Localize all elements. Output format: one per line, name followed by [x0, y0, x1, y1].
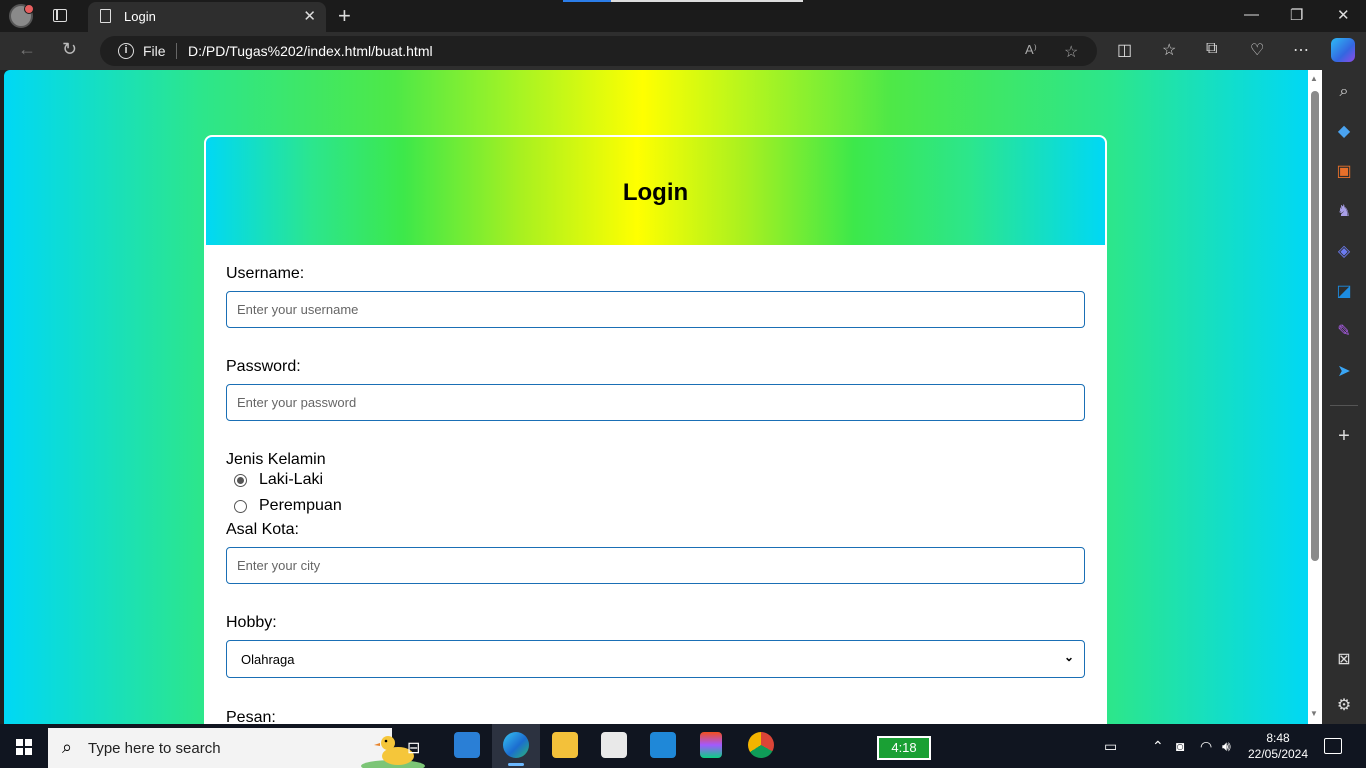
refresh-icon[interactable]: ↻ [62, 39, 77, 60]
clock-date: 22/05/2024 [1247, 747, 1309, 761]
tools-icon[interactable]: ▣ [1334, 162, 1354, 182]
tab-login[interactable]: Login ✕ [88, 2, 326, 32]
scroll-down-icon[interactable]: ▼ [1310, 709, 1318, 718]
profile-avatar-icon[interactable] [9, 4, 34, 28]
screenshot-icon[interactable]: ⊠ [1334, 650, 1354, 670]
radio-laki-laki[interactable]: Laki-Laki [234, 471, 323, 489]
tab-title: Login [124, 9, 156, 24]
figma-icon[interactable] [700, 732, 722, 758]
favorite-star-icon[interactable]: ☆ [1064, 42, 1078, 62]
meet-icon[interactable]: ◙ [1176, 738, 1184, 754]
address-scheme: File [143, 43, 166, 59]
mail-app-icon[interactable] [454, 732, 480, 758]
tab-close-icon[interactable]: ✕ [303, 7, 316, 25]
task-view-icon[interactable]: ⊟ [407, 738, 420, 758]
info-icon[interactable]: i [118, 43, 134, 59]
designer-icon[interactable]: ✎ [1334, 322, 1354, 342]
games-icon[interactable]: ♞ [1334, 202, 1354, 222]
gender-label: Jenis Kelamin [226, 451, 326, 468]
taskbar: ⌕ Type here to search ⊟ 4:18 ▭ ⌃ ◙ ◠ 🔊︎ … [0, 724, 1366, 768]
page-title: Login [622, 179, 689, 206]
system-clock[interactable]: 8:48 22/05/2024 [1240, 730, 1316, 762]
city-label: Asal Kota: [226, 521, 299, 538]
search-placeholder: Type here to search [88, 740, 221, 757]
notification-icon[interactable] [1324, 738, 1342, 754]
edge-sidebar: ⌕ ◆ ▣ ♞ ◈ ◪ ✎ ➤ + ⊠ ⚙ [1322, 70, 1366, 724]
send-icon[interactable]: ➤ [1334, 362, 1354, 382]
password-label: Password: [226, 358, 301, 375]
minimize-button[interactable]: — [1244, 6, 1259, 23]
more-icon[interactable]: ⋯ [1293, 40, 1309, 60]
login-card: Login Username: Password: Jenis Kelamin … [204, 135, 1107, 724]
card-header: Login [206, 137, 1105, 245]
page-viewport: Login Username: Password: Jenis Kelamin … [4, 70, 1308, 724]
performance-icon[interactable]: ♡ [1250, 40, 1264, 60]
search-icon[interactable]: ⌕ [1334, 82, 1354, 102]
chrome-icon[interactable] [748, 732, 774, 758]
volume-icon[interactable]: 🔊︎ [1222, 738, 1231, 755]
radio-label-laki-laki: Laki-Laki [259, 471, 324, 488]
windows-start-icon[interactable] [16, 739, 32, 755]
read-aloud-icon[interactable]: A⁾ [1025, 42, 1037, 58]
copilot-icon[interactable] [1331, 38, 1355, 62]
add-icon[interactable]: + [1334, 426, 1354, 446]
city-input[interactable] [226, 547, 1085, 584]
address-divider [176, 43, 177, 59]
page-load-indicator [563, 0, 803, 2]
clock-time: 8:48 [1266, 731, 1290, 745]
address-bar[interactable]: i File D:/PD/Tugas%202/index.html/buat.h… [100, 36, 1097, 66]
scroll-thumb[interactable] [1311, 91, 1319, 561]
chevron-down-icon: ⌄ [1063, 650, 1074, 664]
address-url[interactable]: D:/PD/Tugas%202/index.html/buat.html [188, 43, 433, 59]
message-label: Pesan: [226, 709, 276, 724]
password-input[interactable] [226, 384, 1085, 421]
new-tab-button[interactable]: + [338, 3, 351, 29]
hobby-selected-value: Olahraga [241, 652, 295, 667]
page-icon [100, 9, 111, 23]
tab-actions-icon[interactable] [53, 9, 67, 22]
close-window-button[interactable]: ✕ [1337, 6, 1350, 24]
split-screen-icon[interactable]: ◫ [1117, 40, 1132, 60]
username-label: Username: [226, 265, 305, 282]
file-explorer-icon[interactable] [552, 732, 578, 758]
scroll-up-icon[interactable]: ▲ [1310, 74, 1318, 83]
radio-label-perempuan: Perempuan [259, 497, 342, 514]
back-icon[interactable]: ← [18, 39, 36, 60]
page-scrollbar[interactable]: ▲ ▼ [1308, 70, 1322, 724]
wifi-icon[interactable]: ◠ [1200, 738, 1212, 755]
search-icon: ⌕ [62, 737, 73, 757]
browser-toolbar: ← ↻ i File D:/PD/Tugas%202/index.html/bu… [0, 32, 1366, 70]
sidebar-divider [1330, 405, 1358, 406]
radio-perempuan[interactable]: Perempuan [234, 497, 342, 515]
favorites-icon[interactable]: ☆ [1162, 40, 1176, 60]
radio-button-unchecked[interactable] [234, 499, 247, 513]
hobby-label: Hobby: [226, 614, 277, 631]
collections-icon[interactable]: ⧉ [1206, 40, 1217, 58]
settings-icon[interactable]: ⚙ [1334, 696, 1354, 716]
taskbar-search[interactable]: ⌕ Type here to search [48, 728, 425, 768]
vscode-icon[interactable] [650, 732, 676, 758]
microsoft-store-icon[interactable] [601, 732, 627, 758]
hobby-select[interactable]: Olahraga ⌄ [226, 640, 1085, 678]
edge-app-icon[interactable] [503, 732, 529, 758]
outlook-icon[interactable]: ◪ [1334, 282, 1354, 302]
battery-widget[interactable]: 4:18 [877, 736, 931, 760]
title-bar: Login ✕ + — ❐ ✕ [0, 0, 1366, 32]
shopping-tag-icon[interactable]: ◆ [1334, 122, 1354, 142]
keyboard-icon[interactable]: ▭ [1104, 738, 1117, 755]
restore-button[interactable]: ❐ [1290, 6, 1303, 24]
microsoft365-icon[interactable]: ◈ [1334, 242, 1354, 262]
username-input[interactable] [226, 291, 1085, 328]
chevron-up-icon[interactable]: ⌃ [1152, 738, 1164, 755]
radio-button-checked[interactable] [234, 473, 247, 487]
